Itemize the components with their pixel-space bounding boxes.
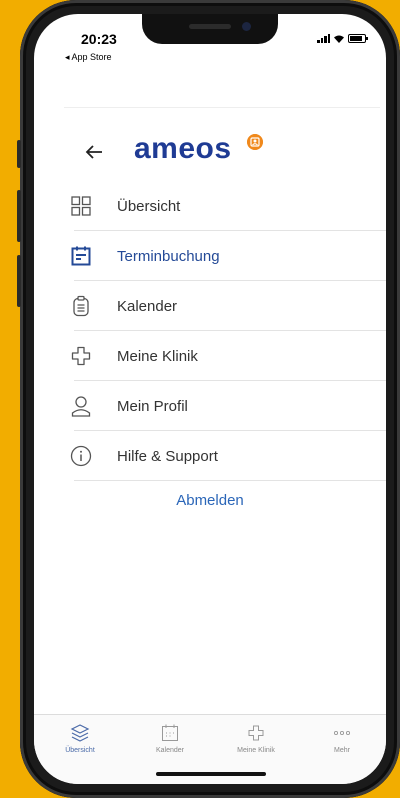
ameos-logo-badge-icon	[247, 134, 263, 150]
clipboard-icon	[73, 295, 89, 317]
menu-item-mein-profil[interactable]: Mein Profil	[71, 381, 386, 431]
tab-mehr[interactable]: Mehr	[302, 723, 382, 754]
volume-down-button	[17, 255, 21, 307]
tab-label: Kalender	[155, 747, 185, 754]
calendar-icon	[162, 724, 178, 741]
menu-item-label: Übersicht	[117, 198, 181, 215]
mute-switch	[17, 140, 21, 168]
user-icon	[71, 396, 91, 417]
menu-item-hilfe-support[interactable]: Hilfe & Support	[70, 431, 386, 481]
menu-item-label: Hilfe & Support	[117, 448, 218, 465]
ameos-logo: ameos	[134, 132, 232, 165]
menu-item-label: Mein Profil	[117, 398, 188, 415]
menu-header: ameos	[34, 124, 386, 184]
divider	[64, 107, 380, 108]
menu-item-terminbuchung[interactable]: Terminbuchung	[71, 231, 386, 281]
calendar-booking-icon	[71, 246, 91, 266]
menu-item-label: Terminbuchung	[117, 248, 220, 265]
screen: 20:23 ◂ App Store ameos Übersicht Termin…	[34, 14, 386, 784]
back-arrow-icon[interactable]	[82, 140, 106, 164]
tab-uebersicht[interactable]: Übersicht	[40, 723, 120, 754]
side-menu: Übersicht Terminbuchung Kalender Meine K…	[34, 181, 386, 481]
tab-label: Meine Klinik	[237, 747, 275, 754]
menu-item-uebersicht[interactable]: Übersicht	[71, 181, 386, 231]
layers-icon	[70, 724, 90, 742]
menu-item-meine-klinik[interactable]: Meine Klinik	[71, 331, 386, 381]
wifi-icon	[334, 35, 344, 43]
menu-item-kalender[interactable]: Kalender	[73, 281, 386, 331]
logout-link[interactable]: Abmelden	[34, 492, 386, 509]
front-camera	[242, 22, 251, 31]
signal-icon	[317, 34, 330, 43]
tab-label: Mehr	[334, 747, 350, 754]
grid-icon	[71, 196, 91, 216]
home-indicator	[156, 772, 266, 776]
battery-icon	[348, 34, 368, 43]
menu-item-label: Meine Klinik	[117, 348, 198, 365]
tab-meine-klinik[interactable]: Meine Klinik	[216, 723, 296, 754]
tab-label: Übersicht	[65, 747, 95, 754]
plus-cross-icon	[71, 346, 91, 366]
menu-item-label: Kalender	[117, 298, 178, 315]
plus-cross-icon	[248, 725, 264, 741]
notch	[142, 14, 278, 44]
status-icons	[317, 34, 368, 43]
tab-kalender[interactable]: Kalender	[130, 723, 210, 754]
phone-frame: 20:23 ◂ App Store ameos Übersicht Termin…	[17, 0, 400, 798]
status-time: 20:23	[81, 31, 117, 47]
info-icon	[70, 445, 92, 467]
back-to-app-store-link[interactable]: ◂ App Store	[65, 52, 112, 63]
speaker	[189, 24, 231, 29]
volume-up-button	[17, 190, 21, 242]
more-icon	[333, 730, 351, 736]
